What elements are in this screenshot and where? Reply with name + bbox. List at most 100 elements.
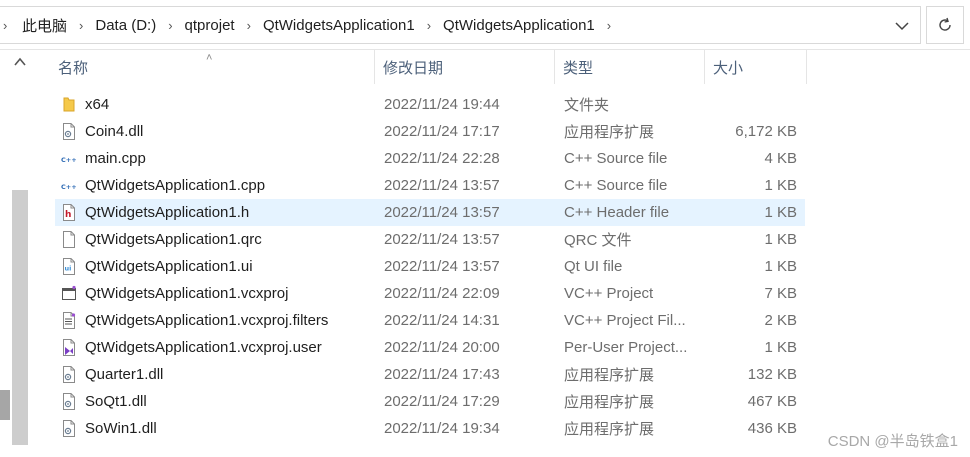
- refresh-button[interactable]: [926, 6, 964, 44]
- file-name: QtWidgetsApplication1.h: [85, 204, 250, 221]
- vcxproj-file-icon: [61, 285, 77, 302]
- file-type: QRC 文件: [564, 232, 632, 249]
- watermark: CSDN @半岛铁盒1: [827, 433, 958, 450]
- file-modified-date: 2022/11/24 17:17: [384, 123, 500, 140]
- file-name: QtWidgetsApplication1.vcxproj.filters: [85, 312, 329, 329]
- file-row[interactable]: C++ main.cpp 2022/11/24 22:28 C++ Source fi…: [55, 145, 805, 172]
- file-name: x64: [85, 96, 110, 113]
- column-header-size[interactable]: 大小: [705, 50, 807, 84]
- folder-icon: [61, 96, 77, 113]
- file-name: QtWidgetsApplication1.cpp: [85, 177, 266, 194]
- file-modified-date: 2022/11/24 13:57: [384, 177, 500, 194]
- breadcrumb-item[interactable]: QtWidgetsApplication1: [253, 7, 425, 43]
- file-name: Coin4.dll: [85, 123, 144, 140]
- file-row[interactable]: Quarter1.dll 2022/11/24 17:43 应用程序扩展 132 KB: [55, 361, 805, 388]
- file-size: 1 KB: [764, 231, 797, 248]
- file-type: 应用程序扩展: [564, 394, 655, 411]
- file-size: 467 KB: [747, 393, 797, 410]
- navigation-pane-scrollbar[interactable]: [0, 50, 34, 457]
- breadcrumb-item[interactable]: QtWidgetsApplication1: [433, 7, 605, 43]
- file-name: QtWidgetsApplication1.vcxproj: [85, 285, 289, 302]
- scrollbar-thumb[interactable]: [12, 190, 28, 445]
- file-type: 应用程序扩展: [564, 367, 655, 384]
- file-modified-date: 2022/11/24 13:57: [384, 231, 500, 248]
- file-row[interactable]: h QtWidgetsApplication1.h 2022/11/24 13:57…: [55, 199, 805, 226]
- breadcrumb-label: qtprojet: [184, 16, 235, 34]
- breadcrumb-item[interactable]: 此电脑: [12, 7, 77, 43]
- file-name: QtWidgetsApplication1.qrc: [85, 231, 262, 248]
- scrollbar-marker: [0, 390, 10, 420]
- file-row[interactable]: QtWidgetsApplication1.qrc 2022/11/24 13:5…: [55, 226, 805, 253]
- file-type: C++ Source file: [564, 177, 668, 194]
- breadcrumb[interactable]: › 此电脑 › Data (D:) › qtprojet › QtWidgetsApplic…: [0, 6, 921, 44]
- file-modified-date: 2022/11/24 22:28: [384, 150, 500, 167]
- chevron-right-icon[interactable]: ›: [245, 18, 253, 33]
- file-size: 1 KB: [764, 204, 797, 221]
- dll-file-icon: [61, 123, 77, 140]
- breadcrumb-item[interactable]: Data (D:): [85, 7, 166, 43]
- chevron-right-icon[interactable]: ›: [166, 18, 174, 33]
- breadcrumb-label: 此电脑: [22, 17, 68, 35]
- breadcrumb-item[interactable]: qtprojet: [175, 7, 245, 43]
- cpp-file-icon: C++: [61, 177, 77, 194]
- file-size: 4 KB: [764, 150, 797, 167]
- file-row[interactable]: x64 2022/11/24 19:44 文件夹: [55, 91, 805, 118]
- file-row[interactable]: QtWidgetsApplication1.vcxproj.user 2022/1…: [55, 334, 805, 361]
- chevron-right-icon[interactable]: ›: [605, 18, 613, 33]
- file-type: C++ Source file: [564, 150, 668, 167]
- file-size: 132 KB: [747, 366, 797, 383]
- address-bar: › 此电脑 › Data (D:) › qtprojet › QtWidgetsApplic…: [0, 0, 970, 50]
- chevron-right-icon[interactable]: ›: [3, 18, 7, 33]
- header-file-icon: h: [61, 204, 77, 221]
- file-name: SoQt1.dll: [85, 393, 147, 410]
- blank-file-icon: [61, 231, 77, 248]
- column-header-name[interactable]: 名称: [50, 50, 375, 84]
- file-modified-date: 2022/11/24 22:09: [384, 285, 500, 302]
- column-header-date[interactable]: 修改日期: [375, 50, 555, 84]
- vs-user-file-icon: [61, 339, 77, 356]
- file-type: VC++ Project: [564, 285, 654, 302]
- column-header-type[interactable]: 类型: [555, 50, 705, 84]
- cpp-file-icon: C++: [61, 150, 77, 167]
- file-list: x64 2022/11/24 19:44 文件夹 Coin4.dll 2022/11/…: [55, 91, 805, 442]
- file-row[interactable]: QtWidgetsApplication1.vcxproj 2022/11/24 …: [55, 280, 805, 307]
- file-size: 436 KB: [747, 420, 797, 437]
- file-row[interactable]: Coin4.dll 2022/11/24 17:17 应用程序扩展 6,172 KB: [55, 118, 805, 145]
- file-row[interactable]: QtWidgetsApplication1.vcxproj.filters 202…: [55, 307, 805, 334]
- file-name: Quarter1.dll: [85, 366, 164, 383]
- file-name: QtWidgetsApplication1.ui: [85, 258, 253, 275]
- file-name: SoWin1.dll: [85, 420, 157, 437]
- svg-text:C++: C++: [61, 156, 77, 164]
- file-row[interactable]: SoWin1.dll 2022/11/24 19:34 应用程序扩展 436 KB: [55, 415, 805, 442]
- filters-file-icon: [61, 312, 77, 329]
- address-history-dropdown[interactable]: [890, 15, 914, 37]
- file-name: main.cpp: [85, 150, 146, 167]
- file-modified-date: 2022/11/24 17:29: [384, 393, 500, 410]
- svg-text:ui: ui: [65, 265, 72, 273]
- chevron-right-icon[interactable]: ›: [77, 18, 85, 33]
- file-row[interactable]: ui QtWidgetsApplication1.ui 2022/11/24 13:…: [55, 253, 805, 280]
- dll-file-icon: [61, 366, 77, 383]
- column-headers: 名称 ˄ 修改日期 类型 大小: [50, 50, 810, 84]
- chevron-down-icon: [895, 21, 909, 30]
- file-modified-date: 2022/11/24 20:00: [384, 339, 500, 356]
- dll-file-icon: [61, 393, 77, 410]
- file-modified-date: 2022/11/24 19:34: [384, 420, 500, 437]
- dll-file-icon: [61, 420, 77, 437]
- file-type: 应用程序扩展: [564, 124, 655, 141]
- file-size: 2 KB: [764, 312, 797, 329]
- file-type: 文件夹: [564, 97, 610, 114]
- scroll-up-arrow-icon[interactable]: [12, 55, 28, 69]
- file-modified-date: 2022/11/24 19:44: [384, 96, 500, 113]
- file-modified-date: 2022/11/24 14:31: [384, 312, 500, 329]
- refresh-icon: [939, 17, 951, 31]
- file-type: C++ Header file: [564, 204, 670, 221]
- ui-file-icon: ui: [61, 258, 77, 275]
- breadcrumb-label: QtWidgetsApplication1: [443, 16, 595, 34]
- file-modified-date: 2022/11/24 13:57: [384, 258, 500, 275]
- chevron-right-icon[interactable]: ›: [425, 18, 433, 33]
- file-row[interactable]: SoQt1.dll 2022/11/24 17:29 应用程序扩展 467 KB: [55, 388, 805, 415]
- file-size: 1 KB: [764, 339, 797, 356]
- file-row[interactable]: C++ QtWidgetsApplication1.cpp 2022/11/24 1…: [55, 172, 805, 199]
- svg-text:C++: C++: [61, 183, 77, 191]
